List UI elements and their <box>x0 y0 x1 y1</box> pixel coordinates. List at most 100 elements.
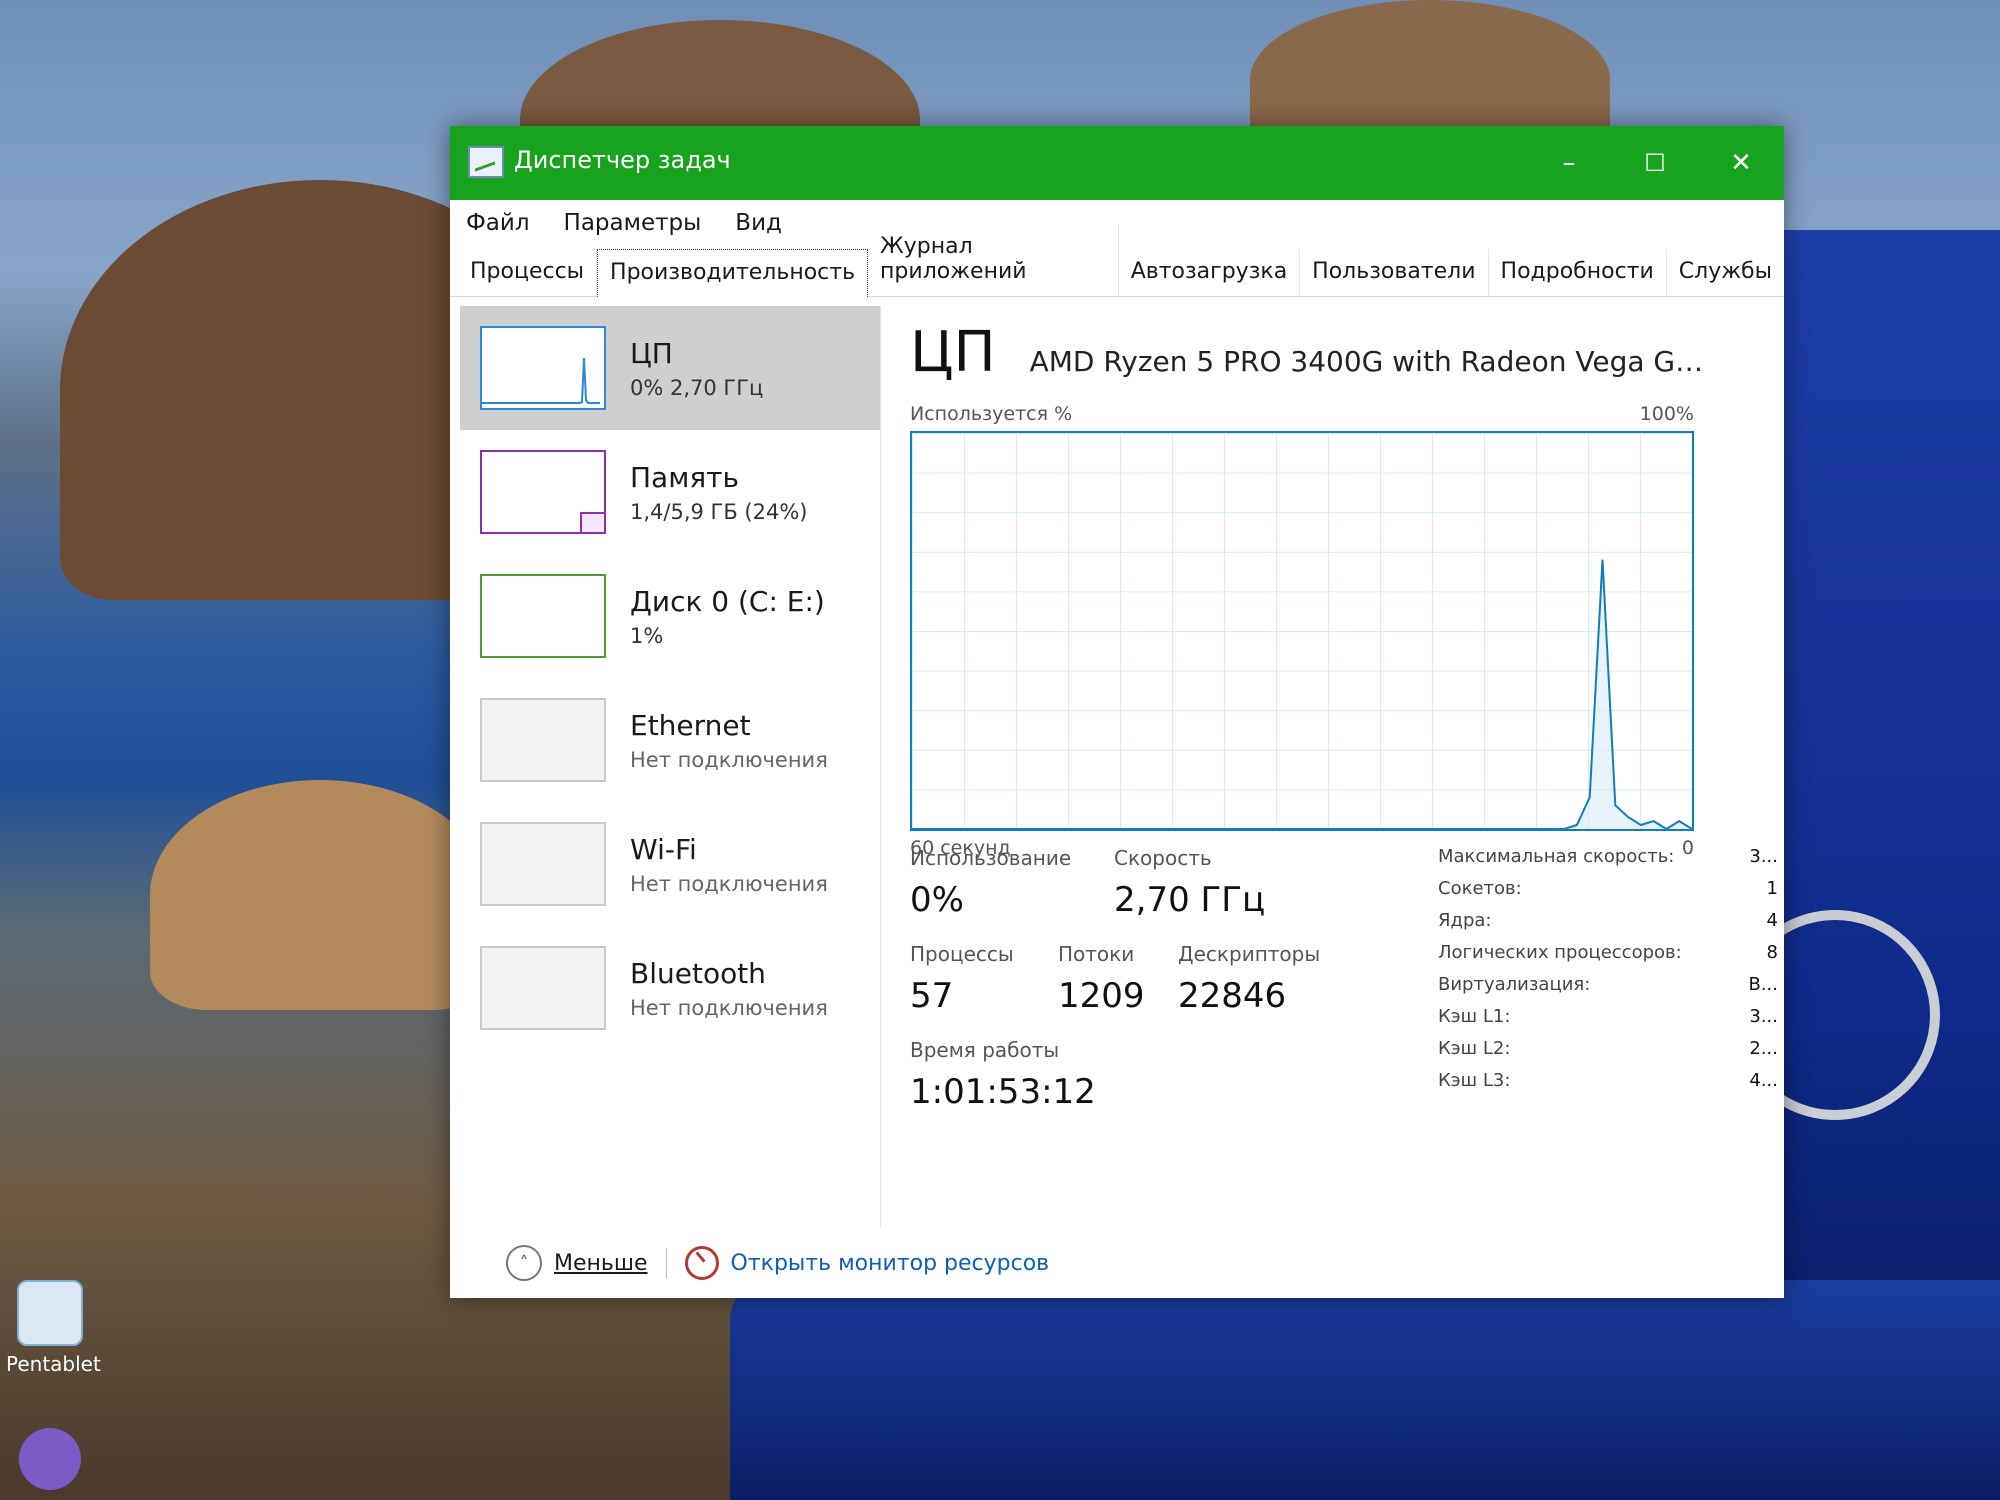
sidebar-item-disk[interactable]: Диск 0 (C: E:) 1% <box>460 554 880 678</box>
cpu-header: ЦП AMD Ryzen 5 PRO 3400G with Radeon Veg… <box>910 320 1764 385</box>
sidebar-item-label: Wi-Fi <box>630 832 697 866</box>
spec-label: Кэш L3: <box>1438 1070 1511 1091</box>
sidebar-item-cpu[interactable]: ЦП 0% 2,70 ГГц <box>460 306 880 430</box>
tab-details[interactable]: Подробности <box>1489 249 1667 296</box>
disk-mini-graph <box>480 574 606 658</box>
task-manager-window: Диспетчер задач – ☐ ✕ Файл Параметры Вид… <box>450 126 1784 1298</box>
stat-speed: Скорость 2,70 ГГц <box>1114 846 1265 920</box>
sidebar-item-label: Память <box>630 460 739 494</box>
sidebar-item-memory[interactable]: Память 1,4/5,9 ГБ (24%) <box>460 430 880 554</box>
stat-value: 2,70 ГГц <box>1114 880 1266 920</box>
stat-label: Скорость <box>1114 846 1212 870</box>
stat-usage: Использование 0% <box>910 846 1071 920</box>
cpu-usage-line <box>912 559 1692 829</box>
stat-value: 57 <box>910 976 954 1016</box>
sidebar-item-bluetooth[interactable]: Bluetooth Нет подключения <box>460 926 880 1050</box>
viber-icon <box>19 1428 81 1490</box>
graph-y-max: 100% <box>1639 403 1694 425</box>
fewer-details-button[interactable]: Меньше <box>554 1251 648 1276</box>
desktop-icon-pentablet[interactable]: Pentablet <box>6 1280 101 1376</box>
stat-label: Дескрипторы <box>1178 942 1321 966</box>
cpu-mini-graph-line <box>482 357 600 404</box>
cpu-usage-area <box>912 559 1692 829</box>
sidebar-item-label: ЦП <box>630 336 673 370</box>
spec-row-cores: Ядра: 4 <box>1438 910 1778 942</box>
sidebar-item-value: 0% 2,70 ГГц <box>630 375 764 400</box>
desktop-icon-viber[interactable] <box>6 1428 94 1496</box>
stat-label: Использование <box>910 846 1072 870</box>
spec-value: 2... <box>1749 1038 1778 1059</box>
sidebar-item-value: Нет подключения <box>630 871 828 896</box>
spec-label: Логических процессоров: <box>1438 942 1682 963</box>
task-manager-app-icon <box>468 146 504 178</box>
cpu-usage-graph <box>910 431 1694 831</box>
menu-file[interactable]: Файл <box>466 210 530 236</box>
spec-label: Кэш L1: <box>1438 1006 1511 1027</box>
pentablet-icon <box>17 1280 83 1346</box>
chevron-up-icon[interactable]: ˄ <box>506 1245 542 1281</box>
minimize-button[interactable]: – <box>1526 126 1612 200</box>
spec-row-l1-cache: Кэш L1: 3... <box>1438 1006 1778 1038</box>
sidebar-item-label: Ethernet <box>630 708 751 742</box>
spec-label: Ядра: <box>1438 910 1492 931</box>
spec-value: 4 <box>1766 910 1778 931</box>
open-resource-monitor-link[interactable]: Открыть монитор ресурсов <box>731 1251 1050 1276</box>
spec-value: 4... <box>1749 1070 1778 1091</box>
footer-divider <box>665 1248 667 1278</box>
tab-processes[interactable]: Процессы <box>458 249 598 296</box>
ethernet-mini-graph <box>480 698 606 782</box>
spec-row-logical-processors: Логических процессоров: 8 <box>1438 942 1778 974</box>
rock-foreground <box>150 780 490 1010</box>
tab-services[interactable]: Службы <box>1667 249 1784 296</box>
tab-users[interactable]: Пользователи <box>1300 249 1489 296</box>
sidebar-item-wifi[interactable]: Wi-Fi Нет подключения <box>460 802 880 926</box>
spec-value: В... <box>1748 974 1778 995</box>
memory-mini-graph <box>480 450 606 534</box>
maximize-button[interactable]: ☐ <box>1612 126 1698 200</box>
memory-fill <box>580 512 604 532</box>
tab-startup[interactable]: Автозагрузка <box>1119 249 1301 296</box>
cpu-usage-graph-svg <box>912 559 1692 829</box>
graph-top-labels: Используется % 100% <box>910 403 1694 425</box>
stat-value: 1:01:53:12 <box>910 1072 1096 1112</box>
spec-label: Виртуализация: <box>1438 974 1591 995</box>
cpu-specs: Максимальная скорость: 3... Сокетов: 1 Ядр… <box>1438 846 1778 1102</box>
tab-app-history[interactable]: Журнал приложений <box>868 224 1119 296</box>
desktop-icon-label: Pentablet <box>6 1352 101 1376</box>
stat-label: Время работы <box>910 1038 1060 1062</box>
spec-row-l2-cache: Кэш L2: 2... <box>1438 1038 1778 1070</box>
spec-value: 8 <box>1766 942 1778 963</box>
sidebar-item-value: 1,4/5,9 ГБ (24%) <box>630 499 808 524</box>
cpu-mini-graph <box>480 326 606 410</box>
sidebar-item-value: 1% <box>630 623 664 648</box>
menu-view[interactable]: Вид <box>735 210 782 236</box>
spec-label: Кэш L2: <box>1438 1038 1511 1059</box>
sidebar-item-ethernet[interactable]: Ethernet Нет подключения <box>460 678 880 802</box>
window-title: Диспетчер задач <box>514 146 731 174</box>
menu-options[interactable]: Параметры <box>564 210 702 236</box>
spec-row-l3-cache: Кэш L3: 4... <box>1438 1070 1778 1102</box>
stat-threads: Потоки 1209 <box>1058 942 1145 1016</box>
cpu-model-name: AMD Ryzen 5 PRO 3400G with Radeon Vega G… <box>1029 345 1710 378</box>
stat-label: Процессы <box>910 942 1014 966</box>
stat-value: 1209 <box>1058 976 1145 1016</box>
spec-row-max-speed: Максимальная скорость: 3... <box>1438 846 1778 878</box>
cpu-title: ЦП <box>910 320 996 385</box>
stat-uptime: Время работы 1:01:53:12 <box>910 1038 1096 1112</box>
bluetooth-mini-graph <box>480 946 606 1030</box>
stat-handles: Дескрипторы 22846 <box>1178 942 1320 1016</box>
sidebar-item-value: Нет подключения <box>630 995 828 1020</box>
resource-monitor-icon[interactable] <box>684 1246 719 1280</box>
title-bar[interactable]: Диспетчер задач – ☐ ✕ <box>450 126 1784 200</box>
tab-bar: Процессы Производительность Журнал прило… <box>450 224 1784 297</box>
stat-value: 22846 <box>1178 976 1287 1016</box>
sidebar-item-label: Диск 0 (C: E:) <box>630 584 825 618</box>
wifi-mini-graph <box>480 822 606 906</box>
performance-body: ЦП 0% 2,70 ГГц Память 1,4/5,9 ГБ (24%) Д… <box>450 296 1784 1228</box>
car-bumper <box>730 1280 2000 1500</box>
stat-value: 0% <box>910 880 964 920</box>
spec-value: 3... <box>1749 1006 1778 1027</box>
close-button[interactable]: ✕ <box>1698 126 1784 200</box>
tab-performance[interactable]: Производительность <box>597 249 869 297</box>
cpu-detail-panel: ЦП AMD Ryzen 5 PRO 3400G with Radeon Veg… <box>910 306 1778 1228</box>
